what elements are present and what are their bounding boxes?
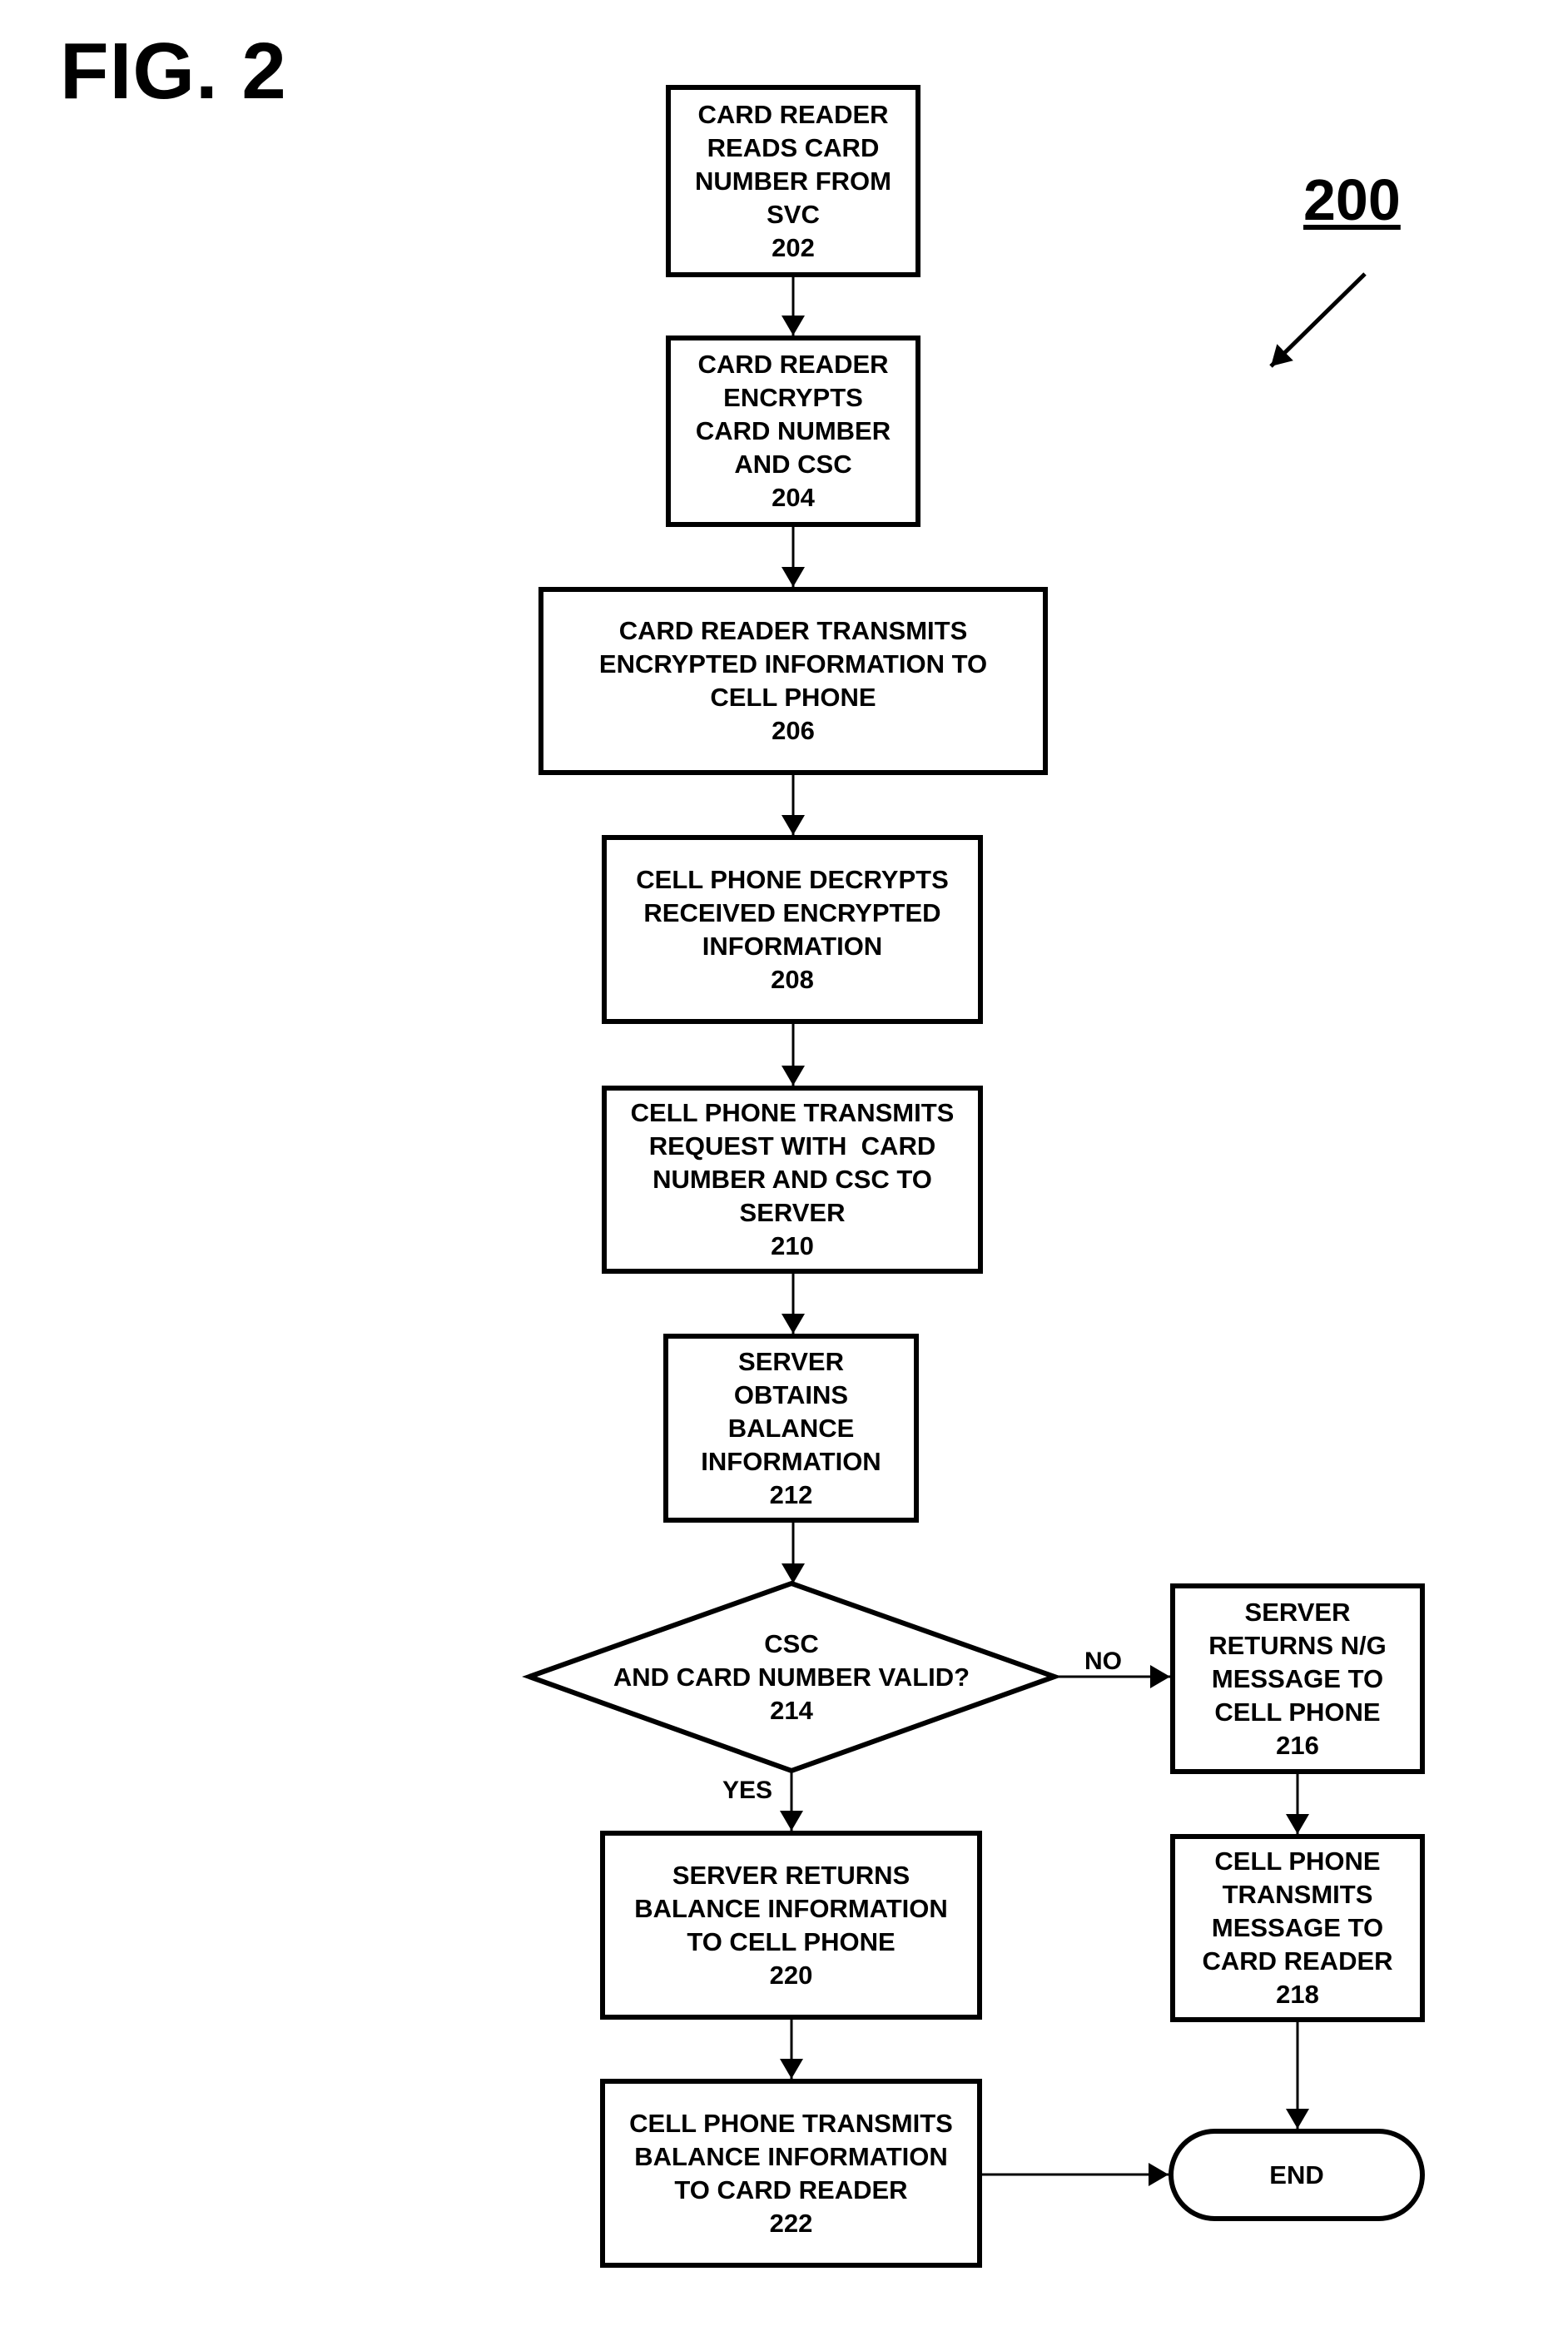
node-line: INFORMATION bbox=[701, 1446, 881, 1476]
node-id: 204 bbox=[772, 483, 815, 512]
node-line: RETURNS N/G bbox=[1208, 1630, 1387, 1660]
process-box-208: CELL PHONE DECRYPTS RECEIVED ENCRYPTED I… bbox=[602, 835, 983, 1024]
node-line: SERVER bbox=[739, 1198, 846, 1227]
node-line: TO CARD READER bbox=[674, 2175, 908, 2204]
node-line: CARD NUMBER bbox=[695, 416, 891, 445]
node-line: BALANCE INFORMATION bbox=[634, 1893, 948, 1923]
node-id: 210 bbox=[771, 1231, 814, 1260]
process-box-206: CARD READER TRANSMITS ENCRYPTED INFORMAT… bbox=[538, 587, 1048, 775]
process-box-202: CARD READER READS CARD NUMBER FROM SVC 2… bbox=[666, 85, 920, 277]
process-box-216: SERVER RETURNS N/G MESSAGE TO CELL PHONE… bbox=[1170, 1583, 1425, 1774]
node-line: NUMBER AND CSC TO bbox=[653, 1165, 932, 1194]
edge-label-no: NO bbox=[1084, 1648, 1122, 1675]
node-line: NUMBER FROM bbox=[695, 166, 891, 196]
node-line: CELL PHONE TRANSMITS bbox=[629, 2108, 953, 2138]
node-id: 216 bbox=[1276, 1730, 1319, 1760]
reference-pointer-arrow bbox=[1269, 272, 1367, 368]
process-box-210: CELL PHONE TRANSMITS REQUEST WITH CARD N… bbox=[602, 1086, 983, 1274]
node-id: 214 bbox=[770, 1696, 813, 1725]
node-line: CARD READER bbox=[1202, 1946, 1393, 1976]
node-id: 220 bbox=[769, 1960, 813, 1990]
node-line: SVC bbox=[767, 199, 820, 229]
node-id: 212 bbox=[769, 1479, 813, 1509]
end-terminal: END bbox=[1169, 2129, 1425, 2221]
node-line: SERVER bbox=[1244, 1597, 1351, 1627]
process-box-222: CELL PHONE TRANSMITS BALANCE INFORMATION… bbox=[600, 2079, 982, 2268]
process-box-212: SERVER OBTAINS BALANCE INFORMATION 212 bbox=[663, 1334, 919, 1523]
node-line: CELL PHONE DECRYPTS bbox=[636, 864, 949, 894]
node-line: ENCRYPTED INFORMATION TO bbox=[598, 649, 988, 678]
node-line: CELL PHONE bbox=[710, 683, 876, 712]
node-line: SERVER bbox=[738, 1346, 844, 1376]
process-box-204: CARD READER ENCRYPTS CARD NUMBER AND CSC… bbox=[666, 336, 920, 527]
node-id: 208 bbox=[771, 964, 814, 994]
node-line: AND CSC bbox=[734, 450, 852, 479]
node-line: REQUEST WITH CARD bbox=[648, 1131, 936, 1161]
node-line: TO CELL PHONE bbox=[687, 1926, 896, 1956]
node-line: END bbox=[1269, 2160, 1324, 2189]
process-box-220: SERVER RETURNS BALANCE INFORMATION TO CE… bbox=[600, 1831, 982, 2020]
node-line: CSC bbox=[764, 1629, 819, 1658]
process-box-218: CELL PHONE TRANSMITS MESSAGE TO CARD REA… bbox=[1170, 1834, 1425, 2022]
node-line: RECEIVED ENCRYPTED bbox=[643, 897, 941, 927]
node-line: OBTAINS bbox=[733, 1379, 849, 1409]
decision-text-214: CSC AND CARD NUMBER VALID? 214 bbox=[583, 1628, 1000, 1727]
node-line: SERVER RETURNS bbox=[672, 1860, 911, 1890]
node-line: CARD READER bbox=[697, 99, 889, 129]
node-line: READS CARD bbox=[707, 132, 880, 162]
node-line: INFORMATION bbox=[702, 931, 883, 961]
node-line: BALANCE INFORMATION bbox=[634, 2141, 948, 2171]
node-line: CARD READER TRANSMITS bbox=[618, 616, 968, 645]
node-line: MESSAGE TO bbox=[1211, 1663, 1384, 1693]
node-line: CELL PHONE bbox=[1214, 1697, 1381, 1727]
node-line: CELL PHONE TRANSMITS bbox=[630, 1098, 955, 1127]
node-line: AND CARD NUMBER VALID? bbox=[613, 1663, 970, 1692]
node-id: 202 bbox=[772, 232, 815, 262]
node-line: CELL PHONE bbox=[1214, 1847, 1381, 1876]
node-line: BALANCE bbox=[727, 1413, 855, 1443]
node-line: CARD READER bbox=[697, 350, 889, 379]
node-id: 222 bbox=[769, 2208, 813, 2238]
node-id: 206 bbox=[772, 716, 815, 745]
node-line: MESSAGE TO bbox=[1211, 1913, 1384, 1942]
node-line: ENCRYPTS bbox=[723, 383, 863, 412]
node-line: TRANSMITS bbox=[1222, 1880, 1373, 1909]
node-id: 218 bbox=[1276, 1980, 1319, 2009]
edge-label-yes: YES bbox=[722, 1777, 773, 1804]
